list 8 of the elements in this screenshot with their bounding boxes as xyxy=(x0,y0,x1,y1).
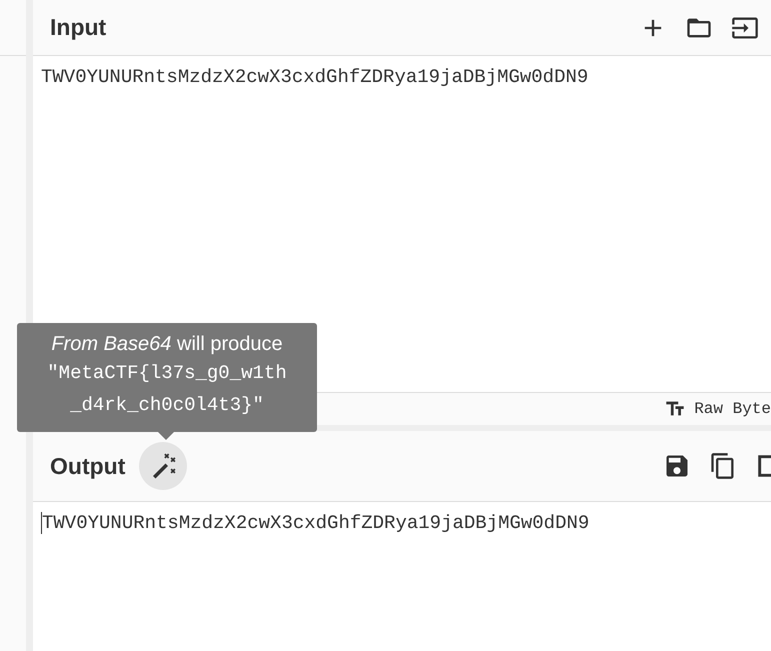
input-text[interactable]: TWV0YUNURntsMzdzX2cwX3cxdGhfZDRya19jaDBjMGw0dDN9 xyxy=(41,66,588,88)
tooltip-result: "MetaCTF{l37s_g0_w1th_d4rk_ch0c0l4t3}" xyxy=(47,361,287,418)
tooltip-caption: From Base64 will produce xyxy=(50,332,284,357)
input-title: Input xyxy=(50,14,106,41)
output-text: TWV0YUNURntsMzdzX2cwX3cxdGhfZDRya19jaDBjMGw0dDN9 xyxy=(41,512,590,534)
output-title: Output xyxy=(50,452,126,480)
encoding-label[interactable]: Raw Byte xyxy=(694,400,771,418)
magic-wand-button[interactable] xyxy=(139,442,188,490)
